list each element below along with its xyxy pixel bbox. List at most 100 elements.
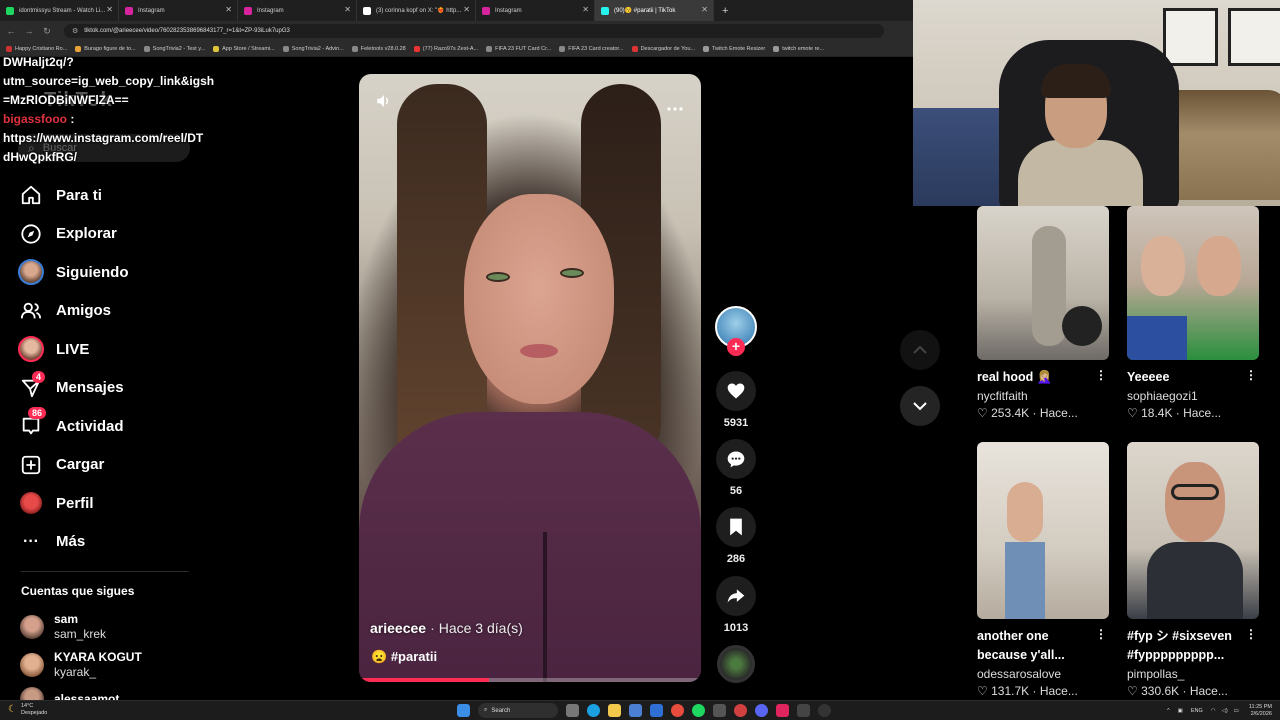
bookmark[interactable]: SongTrivia2 - Advin... (282, 45, 344, 52)
windows-taskbar: ☾ 14°C Despejado ⌕ Search ^ ▣ ENG ◠ ◁) ▭ 1… (0, 700, 1280, 720)
video-progress-fill (359, 678, 489, 682)
sidebar-item-cargar[interactable]: Cargar (16, 446, 206, 485)
obs-icon[interactable] (818, 704, 831, 717)
forward-icon[interactable]: → (22, 26, 36, 36)
clock[interactable]: 11:25 PM 2/6/2026 (1249, 704, 1272, 718)
video-card[interactable]: real hood 🤦🏼‍♀️ ⋮ nycfitfaith ♡ 253.4K ·… (977, 206, 1109, 422)
video-card-user[interactable]: nycfitfaith (977, 388, 1109, 405)
close-icon[interactable]: ✕ (225, 6, 232, 14)
taskbar-search[interactable]: ⌕ Search (478, 703, 558, 718)
file-explorer-icon[interactable] (608, 704, 621, 717)
chrome-icon[interactable] (734, 704, 747, 717)
video-player[interactable]: arieecee · Hace 3 día(s) 😦 #paratii (359, 74, 701, 682)
more-options-icon[interactable]: ⋮ (1245, 627, 1257, 641)
weather-widget[interactable]: ☾ 14°C Despejado (8, 703, 47, 716)
more-options-icon[interactable] (667, 98, 683, 116)
bookmark[interactable]: Burago figure de to... (75, 45, 136, 52)
close-icon[interactable]: ✕ (701, 6, 708, 14)
video-thumbnail[interactable] (977, 442, 1109, 619)
more-options-icon[interactable]: ⋮ (1095, 368, 1107, 382)
sidebar-item-para-ti[interactable]: Para ti (16, 176, 206, 215)
edge-icon[interactable] (587, 704, 600, 717)
windows-start-icon[interactable] (457, 704, 470, 717)
close-icon[interactable]: ✕ (106, 6, 113, 14)
more-options-icon[interactable]: ⋮ (1245, 368, 1257, 382)
bookmark[interactable]: Twitch Emote Resizer (703, 45, 765, 52)
browser-tab[interactable]: (3) corinna kopf on X: "❤️‍🔥 http... ✕ (357, 0, 476, 21)
reload-icon[interactable]: ↻ (40, 26, 54, 37)
browser-tab[interactable]: idontmissyu Stream - Watch Li... ✕ (0, 0, 119, 21)
follow-button[interactable]: + (727, 338, 745, 356)
tray-app-icon[interactable]: ▣ (1178, 708, 1183, 714)
bookmark[interactable]: App Store / Streami... (213, 45, 275, 52)
back-icon[interactable]: ← (4, 26, 18, 36)
music-disc-icon[interactable] (717, 645, 755, 683)
video-card-user[interactable]: pimpollas_ (1127, 666, 1259, 683)
volume-icon[interactable]: ◁) (1222, 708, 1228, 714)
task-view-icon[interactable] (566, 704, 579, 717)
previous-video-button[interactable] (900, 330, 940, 370)
app-icon[interactable] (797, 704, 810, 717)
video-card[interactable]: #fyp シ #sixseven #fyppppppppp... ⋮ pimpo… (1127, 442, 1259, 700)
video-card[interactable]: Yeeeee ⋮ sophiaegozi1 ♡ 18.4K · Hace... (1127, 206, 1259, 422)
following-account[interactable]: sam sam_krek (20, 612, 106, 642)
like-button[interactable] (716, 371, 756, 411)
caption-hashtag[interactable]: #paratii (391, 649, 437, 664)
following-account[interactable]: KYARA KOGUT kyarak_ (20, 650, 142, 680)
url-input[interactable]: ⚙ tiktok.com/@arieecee/video/76028235386… (64, 24, 884, 38)
language-indicator[interactable]: ENG (1191, 708, 1203, 714)
video-card-user[interactable]: odessarosalove (977, 666, 1109, 683)
save-button[interactable] (716, 507, 756, 547)
sidebar-item-actividad[interactable]: 86 Actividad (16, 407, 206, 446)
battery-icon[interactable]: ▭ (1234, 708, 1239, 714)
bookmark[interactable]: (77) Razo97s Zest-A... (413, 45, 478, 52)
next-video-button[interactable] (900, 386, 940, 426)
chrome-icon[interactable] (671, 704, 684, 717)
comment-button[interactable] (716, 439, 756, 479)
chat-line: DWHaljt2q/? (3, 55, 74, 69)
discord-icon[interactable] (755, 704, 768, 717)
mail-icon[interactable] (650, 704, 663, 717)
browser-tab-active[interactable]: (90)😚 #paratii | TikTok ✕ (595, 0, 714, 21)
more-options-icon[interactable]: ⋮ (1095, 627, 1107, 641)
spotify-icon[interactable] (692, 704, 705, 717)
video-author[interactable]: arieecee (370, 620, 426, 636)
sidebar-item-mas[interactable]: ··· Más (16, 523, 206, 562)
close-icon[interactable]: ✕ (344, 6, 351, 14)
sidebar-item-explorar[interactable]: Explorar (16, 215, 206, 254)
close-icon[interactable]: ✕ (463, 6, 470, 14)
video-card-user[interactable]: sophiaegozi1 (1127, 388, 1259, 405)
volume-icon[interactable] (374, 92, 394, 115)
bookmark[interactable]: FIFA 23 FUT Card Cr... (486, 45, 551, 52)
share-button[interactable] (716, 576, 756, 616)
new-tab-button[interactable]: + (714, 5, 728, 17)
browser-tab[interactable]: Instagram ✕ (238, 0, 357, 21)
sidebar-item-mensajes[interactable]: 4 Mensajes (16, 369, 206, 408)
video-thumbnail[interactable] (1127, 206, 1259, 360)
music-icon[interactable] (776, 704, 789, 717)
bookmark[interactable]: Feletools v28.0.28 (351, 45, 406, 52)
bookmark[interactable]: SongTrivia2 - Test y... (143, 45, 205, 52)
bookmark[interactable]: twitch emote re... (773, 45, 824, 52)
sidebar-item-amigos[interactable]: Amigos (16, 292, 206, 331)
friends-icon (16, 296, 46, 326)
video-thumbnail[interactable] (1127, 442, 1259, 619)
sidebar-item-live[interactable]: LIVE (16, 330, 206, 369)
site-info-icon[interactable]: ⚙ (72, 27, 78, 35)
bookmark[interactable]: Happy Cristiano Ro... (6, 45, 67, 52)
video-progress-bar[interactable] (359, 678, 701, 682)
bookmark[interactable]: Descargador de You... (631, 45, 695, 52)
bookmark[interactable]: FIFA 23 Card creator... (559, 45, 624, 52)
app-icon[interactable] (713, 704, 726, 717)
chevron-up-icon[interactable]: ^ (1167, 708, 1170, 714)
sidebar-item-perfil[interactable]: Perfil (16, 484, 206, 523)
close-icon[interactable]: ✕ (582, 6, 589, 14)
video-thumbnail[interactable] (977, 206, 1109, 360)
browser-tab[interactable]: Instagram ✕ (476, 0, 595, 21)
sidebar-item-siguiendo[interactable]: Siguiendo (16, 253, 206, 292)
video-card[interactable]: another one because y'all... ⋮ odessaros… (977, 442, 1109, 700)
video-author-line[interactable]: arieecee · Hace 3 día(s) (370, 620, 523, 636)
store-icon[interactable] (629, 704, 642, 717)
wifi-icon[interactable]: ◠ (1211, 708, 1216, 714)
browser-tab[interactable]: Instagram ✕ (119, 0, 238, 21)
